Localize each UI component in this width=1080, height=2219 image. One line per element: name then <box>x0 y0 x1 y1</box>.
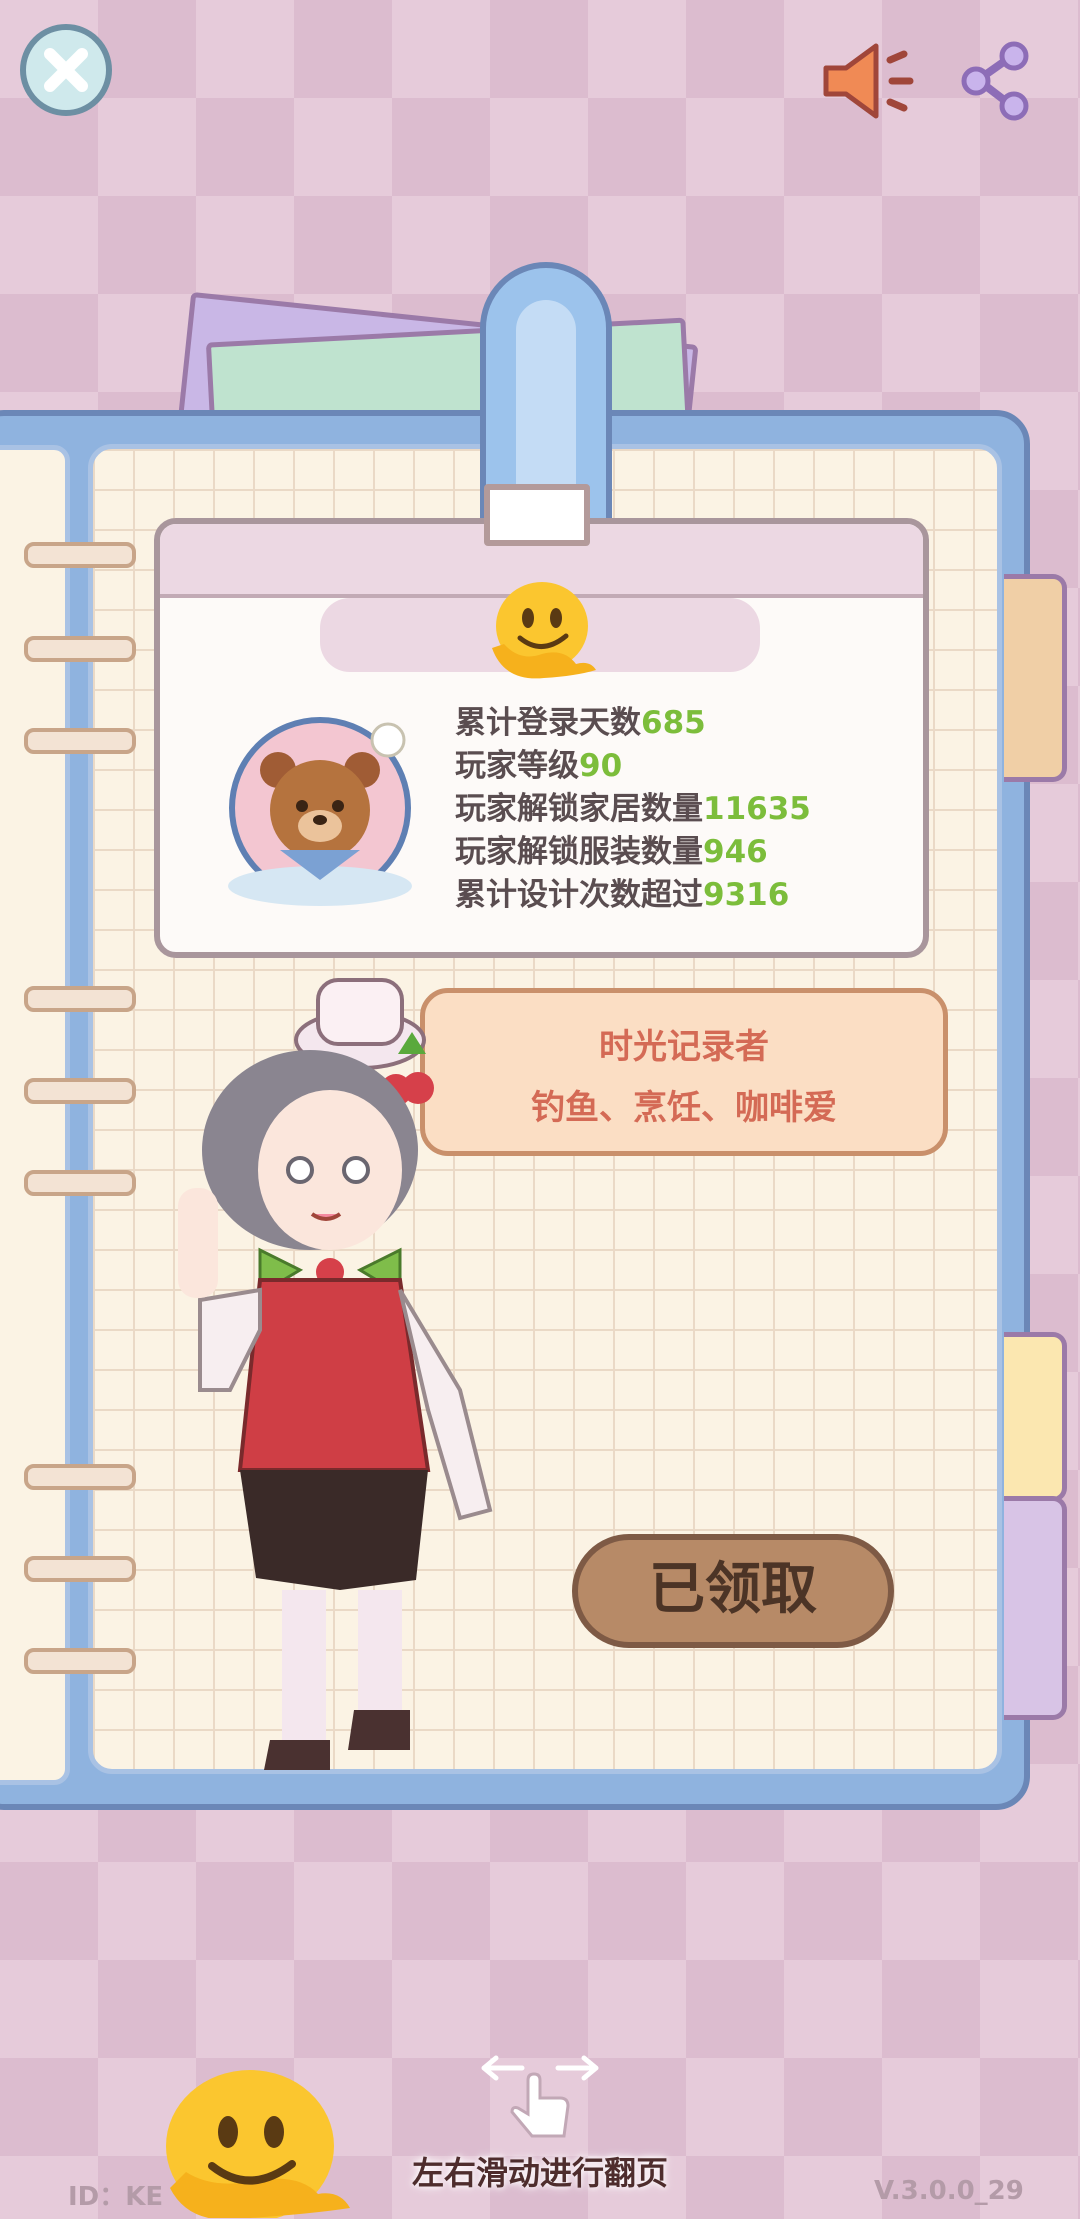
binder-ring <box>24 728 136 754</box>
tab-yellow[interactable] <box>1004 1332 1067 1502</box>
stat-login-days: 累计登录天数685 <box>455 702 875 745</box>
binder-ring <box>24 542 136 568</box>
swipe-hand-icon <box>481 2055 599 2138</box>
tab-orange[interactable] <box>1004 574 1067 782</box>
swipe-hint: 左右滑动进行翻页 <box>411 2154 668 2192</box>
stat-label: 玩家解锁服装数量 <box>455 834 703 870</box>
bear-badge-icon <box>228 717 412 906</box>
player-id-label: ID：KE <box>68 2182 164 2212</box>
melting-face-emoji <box>166 2070 350 2218</box>
stat-label: 累计设计次数超过 <box>455 877 703 913</box>
close-icon <box>44 48 88 92</box>
stat-value: 9316 <box>703 877 790 913</box>
share-button[interactable] <box>960 40 1032 122</box>
binder-ring <box>24 1464 136 1490</box>
stat-designs-count: 累计设计次数超过9316 <box>455 874 875 917</box>
stat-label: 累计登录天数 <box>455 705 641 741</box>
tab-purple[interactable] <box>1004 1496 1067 1720</box>
player-stats-list: 累计登录天数685 玩家等级90 玩家解锁家居数量11635 玩家解锁服装数量9… <box>455 702 875 917</box>
stat-player-level: 玩家等级90 <box>455 745 875 788</box>
binder-ring <box>24 636 136 662</box>
binder-ring <box>24 1170 136 1196</box>
binder-ring <box>24 1648 136 1674</box>
stat-label: 玩家解锁家居数量 <box>455 791 703 827</box>
binder-ring <box>24 986 136 1012</box>
melting-face-emoji <box>492 582 596 679</box>
stat-value: 685 <box>641 705 706 741</box>
claimed-button[interactable]: 已领取 <box>572 1534 894 1648</box>
stat-value: 946 <box>703 834 768 870</box>
stat-value: 11635 <box>703 791 811 827</box>
player-avatar <box>178 978 493 1770</box>
sound-button[interactable] <box>818 38 918 124</box>
speaker-icon <box>823 43 914 119</box>
binder-ring <box>24 1078 136 1104</box>
binder-ring <box>24 1556 136 1582</box>
version-label: V.3.0.0_29 <box>874 2176 1024 2206</box>
stat-furniture-unlocked: 玩家解锁家居数量11635 <box>455 788 875 831</box>
stat-value: 90 <box>579 748 623 784</box>
stat-outfits-unlocked: 玩家解锁服装数量946 <box>455 831 875 874</box>
lanyard-clip <box>484 484 590 546</box>
close-button[interactable] <box>20 24 112 116</box>
share-icon <box>961 41 1029 121</box>
stat-label: 玩家等级 <box>455 748 579 784</box>
